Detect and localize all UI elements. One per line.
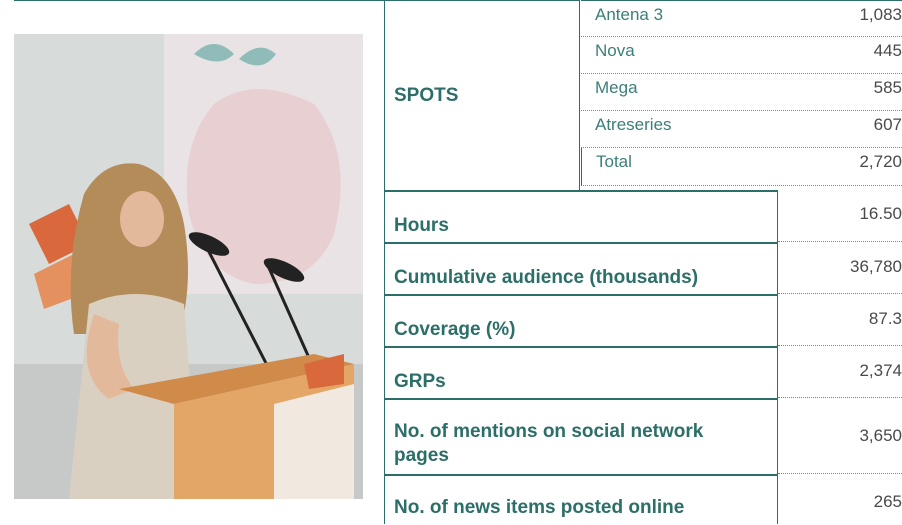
metric-row-social-mentions: No. of mentions on social network pages … [384, 398, 902, 474]
spot-row-nova: Nova 445 [581, 37, 902, 74]
metric-value: 3,650 [859, 426, 902, 445]
metric-value-cell: 3,650 [778, 398, 902, 474]
spot-row-atreseries: Atreseries 607 [581, 111, 902, 148]
metric-value: 16.50 [859, 204, 902, 223]
spot-row-total: Total 2,720 [581, 148, 902, 186]
metric-value-cell: 265 [778, 474, 902, 524]
channel-name: Total [596, 152, 632, 171]
metric-row-grps: GRPs 2,374 [384, 346, 902, 398]
channel-name: Nova [595, 41, 635, 60]
channel-value: 607 [873, 115, 902, 134]
channel-name: Mega [595, 78, 638, 97]
photo-panel [14, 0, 384, 525]
spots-rows: Antena 3 1,083 Nova 445 Mega 585 Atreser… [581, 0, 902, 186]
metric-label: GRPs [384, 346, 778, 398]
metric-label: Coverage (%) [384, 294, 778, 346]
spots-label: SPOTS [384, 0, 580, 190]
spots-table: SPOTS Antena 3 1,083 Nova 445 Mega 585 A… [384, 0, 902, 524]
metric-row-coverage: Coverage (%) 87.3 [384, 294, 902, 346]
metric-value: 87.3 [868, 309, 902, 328]
channel-value: 2,720 [859, 152, 902, 171]
speaker-photo [14, 34, 363, 499]
metric-value-cell: 2,374 [778, 346, 902, 398]
spot-row-antena3: Antena 3 1,083 [581, 0, 902, 37]
channel-value: 445 [873, 41, 902, 60]
metric-label: Cumulative audience (thousands) [384, 242, 778, 294]
metric-label: No. of news items posted online [384, 474, 778, 524]
metric-label: Hours [384, 190, 778, 242]
channel-name: Atreseries [595, 115, 672, 134]
channel-value: 1,083 [859, 5, 902, 24]
metric-label: No. of mentions on social network pages [384, 398, 778, 474]
metric-value-cell: 36,780 [778, 242, 902, 294]
metric-row-cumulative-audience: Cumulative audience (thousands) 36,780 [384, 242, 902, 294]
channel-name: Antena 3 [595, 5, 664, 24]
metric-value-cell: 87.3 [778, 294, 902, 346]
metric-row-news-items: No. of news items posted online 265 [384, 474, 902, 524]
spot-row-mega: Mega 585 [581, 74, 902, 111]
metric-value-cell: 16.50 [778, 190, 902, 242]
metric-row-hours: Hours 16.50 [384, 190, 902, 242]
metric-value: 2,374 [859, 361, 902, 380]
metric-value: 265 [873, 492, 902, 511]
channel-value: 585 [873, 78, 902, 97]
speaker-photo-illustration [14, 34, 363, 499]
metric-value: 36,780 [850, 257, 902, 276]
